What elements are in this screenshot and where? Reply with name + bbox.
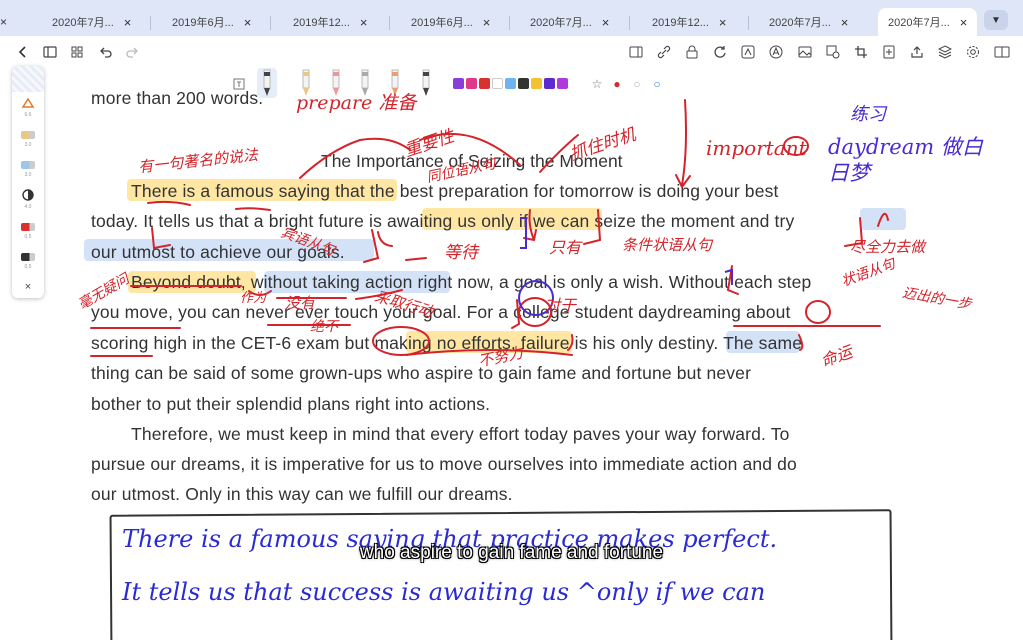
toolbar bbox=[0, 36, 1023, 68]
tab-label: 2020年7月... bbox=[888, 17, 950, 29]
tab[interactable]: 2020年7月... × bbox=[52, 8, 131, 36]
link-icon[interactable] bbox=[654, 42, 674, 62]
tab-label: 2020年7月... bbox=[769, 17, 831, 29]
text-line: scoring high in the CET-6 exam but makin… bbox=[91, 333, 803, 353]
tab-close-icon[interactable]: × bbox=[244, 15, 252, 30]
tab-close-icon[interactable]: × bbox=[483, 15, 491, 30]
tab[interactable]: 2019年12... × bbox=[652, 8, 726, 36]
export-icon[interactable] bbox=[879, 42, 899, 62]
text-line: more than 200 words. bbox=[91, 88, 264, 108]
tab[interactable]: 2019年12... × bbox=[293, 8, 367, 36]
back-icon[interactable] bbox=[13, 42, 33, 62]
tab-close-icon[interactable]: × bbox=[841, 15, 849, 30]
tab-close-icon[interactable]: × bbox=[960, 15, 968, 30]
handwriting-line: It tells us that success is awaiting us … bbox=[122, 578, 766, 606]
annotation: 只有 bbox=[549, 238, 582, 257]
text-icon[interactable] bbox=[766, 42, 786, 62]
tab-separator bbox=[389, 16, 390, 30]
annotation: 对于 bbox=[544, 296, 577, 315]
sidebar-icon[interactable] bbox=[40, 42, 60, 62]
tab[interactable]: 2019年6月... × bbox=[411, 8, 490, 36]
text-line: There is a famous saying that the best p… bbox=[131, 181, 779, 201]
undo-icon[interactable] bbox=[96, 42, 116, 62]
tab-label: 2019年12... bbox=[652, 17, 709, 29]
tab-label: 2020年7月... bbox=[52, 17, 114, 29]
annotation: 条件状语从句 bbox=[622, 236, 713, 254]
text-line: Beyond doubt, without taking action righ… bbox=[131, 272, 812, 292]
layers-icon[interactable] bbox=[935, 42, 955, 62]
annotation: 作为 bbox=[240, 291, 267, 306]
chevron-down-icon: ▼ bbox=[991, 14, 1001, 26]
reader-icon[interactable] bbox=[626, 42, 646, 62]
tab-close-icon[interactable]: × bbox=[124, 15, 132, 30]
text-line: bother to put their splendid plans right… bbox=[91, 394, 491, 414]
text-line: you move, you can never ever touch your … bbox=[91, 302, 791, 322]
tab-label: 2020年7月... bbox=[530, 17, 592, 29]
redo-icon[interactable] bbox=[122, 42, 142, 62]
tab-separator bbox=[270, 16, 271, 30]
settings-icon[interactable] bbox=[963, 42, 983, 62]
tab-separator bbox=[629, 16, 630, 30]
text-line: today. It tells us that a bright future … bbox=[91, 211, 795, 231]
tab-close-icon[interactable]: × bbox=[719, 15, 727, 30]
tab-close-icon[interactable]: × bbox=[360, 15, 368, 30]
image-icon[interactable] bbox=[795, 42, 815, 62]
annotation: 练习 bbox=[850, 104, 886, 125]
split-view-icon[interactable] bbox=[992, 42, 1012, 62]
tab[interactable]: 2020年7月... × bbox=[530, 8, 609, 36]
annotation: 绝不 bbox=[310, 319, 338, 335]
tab-close-icon[interactable]: × bbox=[602, 15, 610, 30]
annotation: 没有 bbox=[285, 294, 316, 312]
tab-bar: × 2020年7月... × 2019年6月... × 2019年12... × 20… bbox=[0, 0, 1023, 36]
leading-close-icon[interactable]: × bbox=[0, 15, 7, 29]
crop-icon[interactable] bbox=[851, 42, 871, 62]
ocr-icon[interactable] bbox=[738, 42, 758, 62]
video-subtitle: who aspire to gain fame and fortune bbox=[359, 542, 664, 563]
text-line: our utmost. Only in this way can we fulf… bbox=[91, 484, 513, 504]
tab[interactable]: 2020年7月... × bbox=[769, 8, 848, 36]
tab-label: 2019年6月... bbox=[411, 17, 473, 29]
annotation: important bbox=[706, 136, 807, 160]
text-line: Therefore, we must keep in mind that eve… bbox=[131, 424, 790, 444]
grid-icon[interactable] bbox=[67, 42, 87, 62]
tab-separator bbox=[150, 16, 151, 30]
annotation: 等待 bbox=[444, 243, 478, 263]
lock-icon[interactable] bbox=[682, 42, 702, 62]
text-line: pursue our dreams, it is imperative for … bbox=[91, 454, 797, 474]
highlight bbox=[860, 208, 906, 230]
tab-separator bbox=[509, 16, 510, 30]
refresh-icon[interactable] bbox=[710, 42, 730, 62]
tab-menu-button[interactable]: ▼ bbox=[984, 10, 1008, 30]
tab[interactable]: 2019年6月... × bbox=[172, 8, 251, 36]
shape-icon[interactable] bbox=[823, 42, 843, 62]
tab-active[interactable]: 2020年7月... × bbox=[878, 8, 978, 36]
annotation: daydream 做白日梦 bbox=[828, 135, 983, 185]
tab-label: 2019年6月... bbox=[172, 17, 234, 29]
text-line: thing can be said of some grown-ups who … bbox=[91, 363, 752, 383]
annotation: prepare 准备 bbox=[296, 92, 417, 114]
tab-separator bbox=[748, 16, 749, 30]
share-icon[interactable] bbox=[907, 42, 927, 62]
tab-label: 2019年12... bbox=[293, 17, 350, 29]
